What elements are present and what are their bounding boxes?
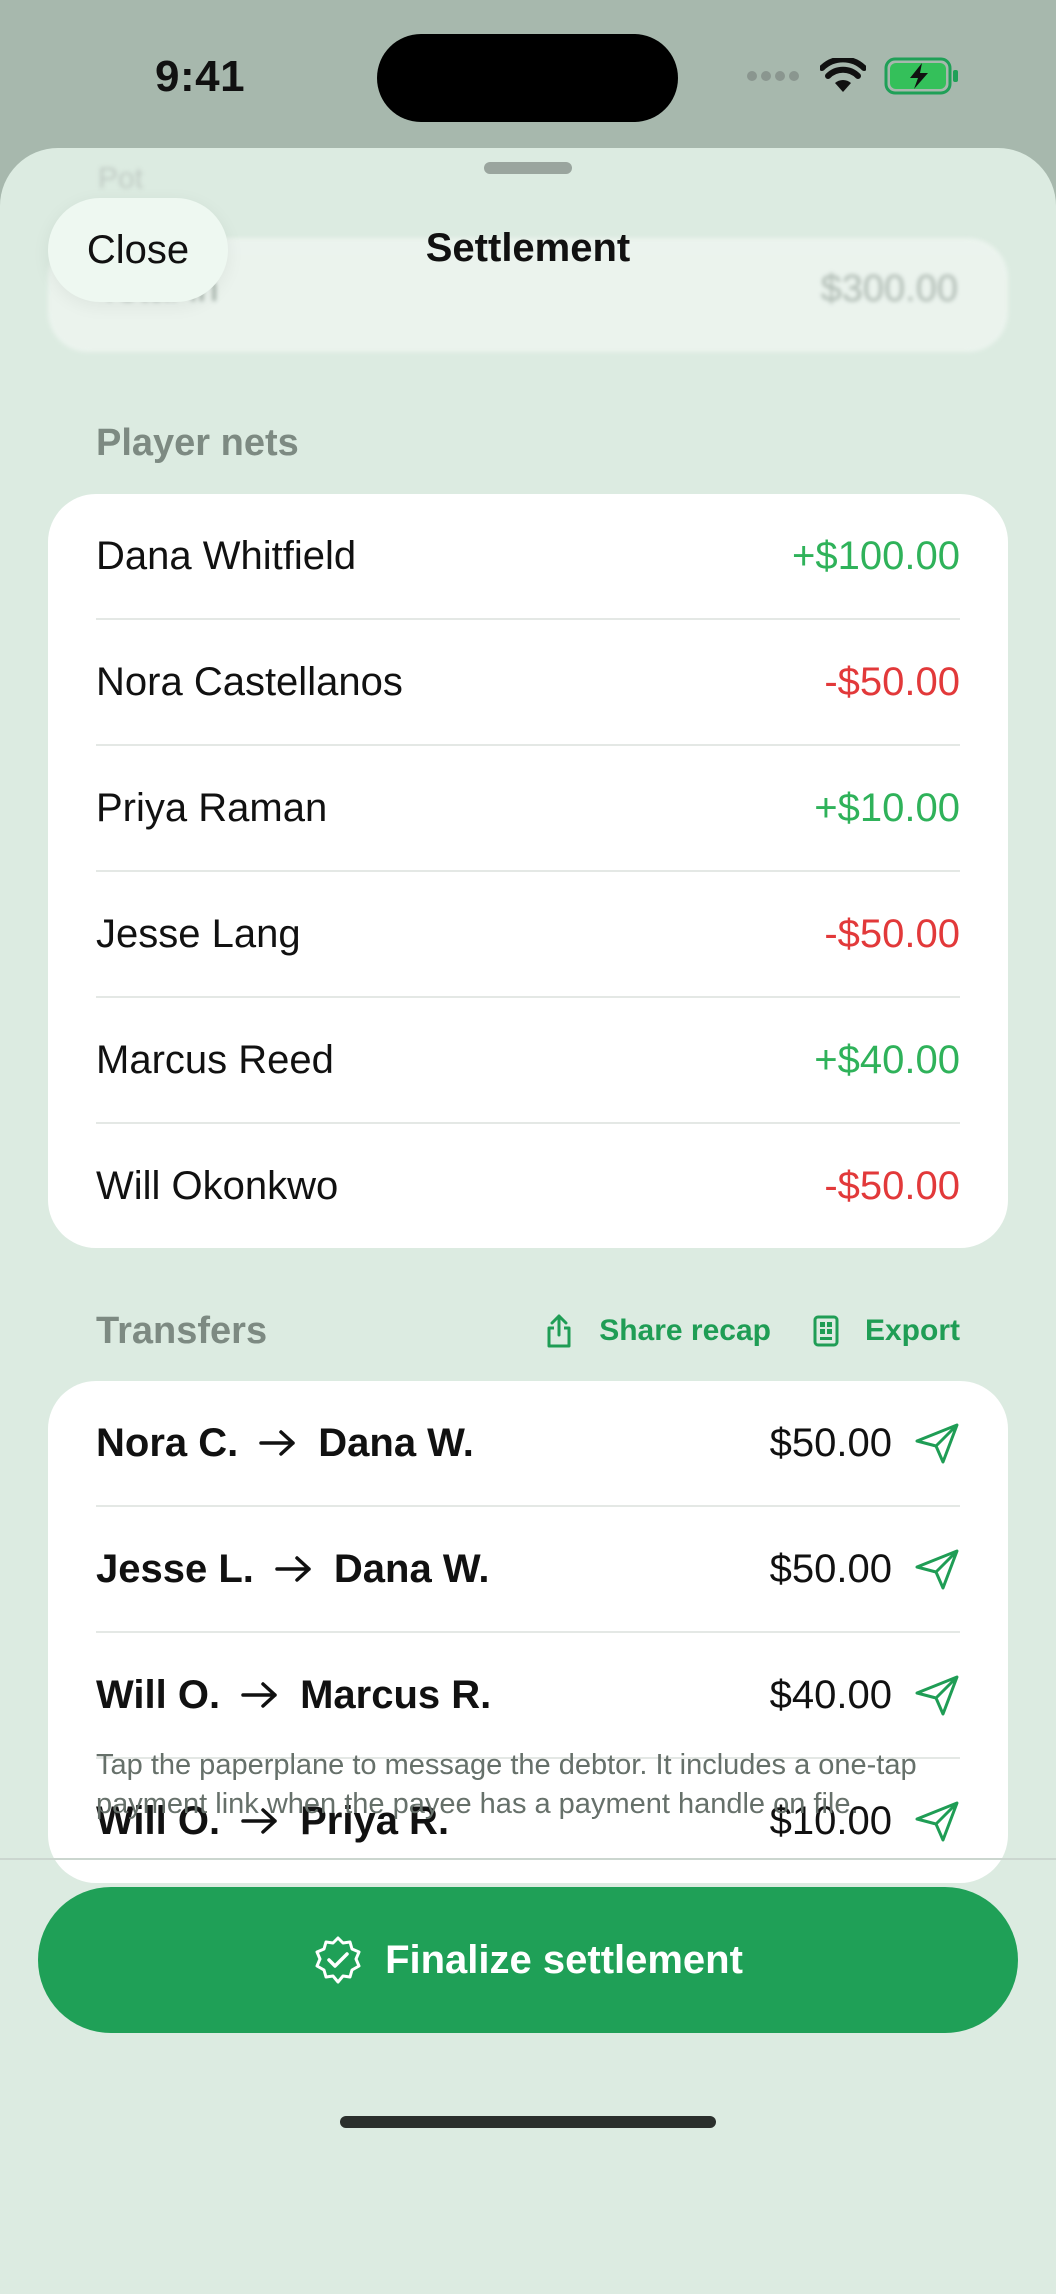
share-recap-button[interactable]: Share recap	[545, 1314, 771, 1348]
player-nets-title: Player nets	[96, 422, 299, 464]
player-net: +$40.00	[814, 1037, 960, 1082]
share-icon	[547, 1314, 571, 1348]
player-row[interactable]: Dana Whitfield +$100.00	[96, 494, 960, 620]
sheet-grabber[interactable]	[484, 162, 572, 174]
transfers-title: Transfers	[96, 1310, 268, 1352]
scrolled-label: Pot	[98, 162, 144, 195]
transfer-to: Dana W.	[318, 1420, 474, 1465]
export-button[interactable]: Export	[813, 1314, 960, 1348]
player-net: -$50.00	[824, 659, 960, 704]
player-name: Dana Whitfield	[96, 533, 357, 578]
finalize-label: Finalize settlement	[385, 1937, 743, 1982]
player-name: Jesse Lang	[96, 911, 301, 956]
player-net: +$100.00	[792, 533, 960, 578]
status-time: 9:41	[155, 52, 246, 101]
status-bar: 9:41	[0, 0, 1056, 150]
share-recap-label: Share recap	[599, 1314, 771, 1347]
arrow-right-icon	[240, 1680, 280, 1710]
transfer-amount: $40.00	[769, 1672, 892, 1717]
player-name: Nora Castellanos	[96, 659, 403, 704]
paperplane-icon[interactable]	[914, 1548, 960, 1590]
player-name: Marcus Reed	[96, 1037, 334, 1082]
transfer-parties: Jesse L. Dana W.	[96, 1547, 489, 1592]
player-net: -$50.00	[824, 1163, 960, 1208]
checkmark-seal-icon	[315, 1936, 361, 1984]
transfers-footnote: Tap the paperplane to message the debtor…	[96, 1749, 917, 1820]
finalize-settlement-button[interactable]: Finalize settlement	[38, 1887, 1018, 2033]
battery-charging-icon	[884, 57, 958, 95]
home-indicator[interactable]	[340, 2116, 716, 2128]
signal-dots-icon	[747, 71, 799, 81]
total-in-value: $300.00	[820, 268, 958, 310]
page-title: Settlement	[425, 226, 631, 270]
transfer-actions: Share recap Export	[545, 1314, 960, 1348]
player-row[interactable]: Nora Castellanos -$50.00	[96, 620, 960, 746]
transfer-to: Dana W.	[333, 1546, 490, 1591]
paperplane-icon[interactable]	[914, 1674, 960, 1716]
transfer-row: Jesse L. Dana W. $50.00	[96, 1507, 960, 1633]
export-label: Export	[864, 1314, 960, 1347]
player-net: +$10.00	[814, 785, 960, 830]
player-name: Priya Raman	[96, 785, 328, 830]
transfer-from: Jesse L.	[96, 1546, 254, 1591]
player-net: -$50.00	[824, 911, 960, 956]
player-row[interactable]: Jesse Lang -$50.00	[96, 872, 960, 998]
player-row[interactable]: Marcus Reed +$40.00	[96, 998, 960, 1124]
transfer-parties: Nora C. Dana W.	[96, 1421, 474, 1466]
transfer-parties: Will O. Marcus R.	[96, 1673, 491, 1718]
player-row[interactable]: Will Okonkwo -$50.00	[96, 1124, 960, 1248]
arrow-right-icon	[258, 1428, 298, 1458]
bottom-divider	[0, 1858, 1056, 1860]
wifi-icon	[820, 58, 866, 92]
transfer-to: Marcus R.	[300, 1672, 492, 1717]
arrow-right-icon	[274, 1554, 314, 1584]
player-nets-card: Dana Whitfield +$100.00 Nora Castellanos…	[48, 494, 1008, 1248]
transfer-row: Will O. Marcus R. $40.00	[96, 1633, 960, 1759]
player-row[interactable]: Priya Raman +$10.00	[96, 746, 960, 872]
transfer-from: Will O.	[96, 1672, 221, 1717]
transfer-row: Nora C. Dana W. $50.00	[96, 1381, 960, 1507]
transfer-amount: $50.00	[769, 1546, 892, 1591]
transfer-amount: $50.00	[769, 1420, 892, 1465]
transfer-from: Nora C.	[96, 1420, 239, 1465]
export-icon	[813, 1315, 839, 1347]
player-name: Will Okonkwo	[96, 1163, 339, 1208]
dynamic-island	[377, 34, 678, 122]
paperplane-icon[interactable]	[914, 1422, 960, 1464]
status-icons	[746, 56, 960, 96]
